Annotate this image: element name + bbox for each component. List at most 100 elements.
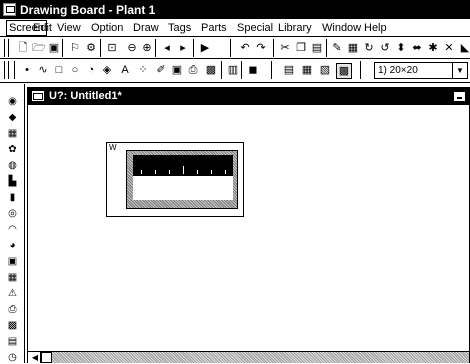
text-icon[interactable]: A [118, 63, 132, 77]
table-icon[interactable]: ▦ [6, 272, 19, 284]
menu-draw[interactable]: Draw [133, 22, 159, 34]
cut-icon[interactable]: ✂ [278, 41, 292, 55]
menu-parts[interactable]: Parts [201, 22, 227, 34]
drawing-canvas[interactable]: W [28, 105, 469, 351]
window-icon[interactable] [32, 91, 44, 101]
toolbar-separator [273, 39, 274, 57]
circle-graph-icon[interactable]: ◎ [6, 208, 19, 220]
menu-bar: Screen Edit View Option Draw Tags Parts Special… [0, 19, 470, 37]
grid-size-value: 1) 20×20 [378, 65, 418, 76]
layer2-icon[interactable]: ▦ [300, 63, 314, 77]
drawing-window-title-bar[interactable]: U?: Untitled1* [28, 88, 469, 105]
toolbar-grip[interactable] [4, 61, 9, 79]
arc-icon[interactable]: ◔ [84, 63, 98, 77]
menu-edit[interactable]: Edit [33, 22, 52, 34]
drawing-window-title: U?: Untitled1* [49, 90, 122, 102]
undo-icon[interactable]: ↶ [238, 41, 252, 55]
printer-icon[interactable]: ⎙ [6, 304, 19, 316]
align-icon[interactable]: ✱ [426, 41, 440, 55]
alarm-icon[interactable]: ⚠ [6, 288, 19, 300]
graph-icon[interactable]: ▣ [6, 256, 19, 268]
trend-icon[interactable]: ▙ [6, 176, 19, 188]
copy-icon[interactable]: ❐ [294, 41, 308, 55]
run-icon[interactable]: ▶ [198, 41, 212, 55]
zoom-in-icon[interactable]: ⊕ [140, 41, 154, 55]
keypad-icon[interactable]: ▦ [6, 128, 19, 140]
horizontal-scrollbar[interactable]: ◀ [28, 351, 469, 363]
lamp-icon[interactable]: ◉ [6, 96, 19, 108]
menu-special[interactable]: Special [237, 22, 273, 34]
pie-icon[interactable]: ◕ [6, 240, 19, 252]
new-icon[interactable]: 🗋 [16, 41, 30, 55]
selector-icon[interactable]: ✿ [6, 144, 19, 156]
circle-icon[interactable]: ○ [68, 63, 82, 77]
parts-icon[interactable]: ◼ [246, 63, 260, 77]
chevron-down-icon[interactable]: ▼ [452, 63, 467, 78]
next-icon[interactable]: ▸ [176, 41, 190, 55]
scale-tick [169, 170, 170, 174]
pen-icon[interactable]: ✐ [154, 63, 168, 77]
layer3-icon[interactable]: ▧ [318, 63, 332, 77]
part-icon[interactable]: ⚙ [84, 41, 98, 55]
parts-palette: ◉ ◆ ▦ ✿ ◍ ▙ ▮ ◎ ◠ ◕ ▣ ▦ ⚠ ⎙ ▩ ▤ ◷ [0, 84, 25, 363]
toolbar-grip[interactable] [4, 39, 9, 57]
open-icon[interactable]: 🗁 [32, 41, 46, 55]
bar-graph-icon[interactable]: ▮ [6, 192, 19, 204]
calendar-icon[interactable]: ▤ [6, 336, 19, 348]
grid-icon[interactable]: ▩ [6, 320, 19, 332]
toolbar-separator [230, 39, 231, 57]
minimize-button[interactable] [453, 91, 466, 102]
menu-tags[interactable]: Tags [168, 22, 191, 34]
tag-icon[interactable]: ⚐ [68, 41, 82, 55]
scroll-track[interactable] [52, 352, 469, 363]
app-icon[interactable] [3, 3, 16, 16]
menu-window[interactable]: Window [322, 22, 361, 34]
app-title-bar[interactable]: Drawing Board - Plant 1 [0, 0, 470, 19]
app-title: Drawing Board - Plant 1 [20, 3, 156, 17]
polyline-icon[interactable]: ∿ [36, 63, 50, 77]
fill-pattern-icon[interactable]: ◈ [100, 63, 114, 77]
group-icon[interactable]: ▦ [346, 41, 360, 55]
fill-icon[interactable]: ◣ [458, 41, 470, 55]
toolbar-separator [193, 39, 194, 57]
half-circle-icon[interactable]: ◠ [6, 224, 19, 236]
scroll-left-icon[interactable]: ◀ [30, 352, 41, 363]
part-object[interactable]: W [106, 142, 244, 217]
print-icon[interactable]: ⎙ [186, 63, 200, 77]
paste-icon[interactable]: ▤ [310, 41, 324, 55]
arrange-icon[interactable]: ✕ [442, 41, 456, 55]
zoom-out-icon[interactable]: ⊖ [125, 41, 139, 55]
clock-icon[interactable]: ◷ [6, 352, 19, 364]
menu-view[interactable]: View [57, 22, 81, 34]
dots-icon[interactable]: ⁘ [136, 63, 150, 77]
toolbar-separator [241, 61, 242, 79]
layer4-icon[interactable]: ▩ [336, 63, 352, 79]
part-display-area [133, 155, 233, 176]
toolbar-separator [62, 39, 63, 57]
grid-size-select[interactable]: 1) 20×20 ▼ [374, 62, 468, 79]
menu-help[interactable]: Help [364, 22, 387, 34]
save-icon[interactable]: ▣ [47, 41, 61, 55]
rotate-icon[interactable]: ↻ [362, 41, 376, 55]
scroll-thumb[interactable] [41, 352, 52, 363]
rectangle-icon[interactable]: □ [52, 63, 66, 77]
bitmap-icon[interactable]: ▩ [204, 63, 218, 77]
switch-icon[interactable]: ◆ [6, 112, 19, 124]
zoom-fit-icon[interactable]: ⊡ [105, 41, 119, 55]
library-icon[interactable]: ▥ [226, 63, 240, 77]
toolbar-separator [155, 39, 156, 57]
flip-v-icon[interactable]: ⬍ [394, 41, 408, 55]
scale-tick [197, 170, 198, 174]
layer1-icon[interactable]: ▤ [282, 63, 296, 77]
flip-h-icon[interactable]: ⬌ [410, 41, 424, 55]
menu-option[interactable]: Option [91, 22, 123, 34]
image-icon[interactable]: ▣ [170, 63, 184, 77]
meter-icon[interactable]: ◍ [6, 160, 19, 172]
rotate-ccw-icon[interactable]: ↺ [378, 41, 392, 55]
menu-library[interactable]: Library [278, 22, 312, 34]
redo-icon[interactable]: ↷ [254, 41, 268, 55]
point-icon[interactable]: • [20, 63, 34, 77]
prev-icon[interactable]: ◂ [160, 41, 174, 55]
toolbar-separator [326, 39, 327, 57]
erase-icon[interactable]: ✎ [330, 41, 344, 55]
